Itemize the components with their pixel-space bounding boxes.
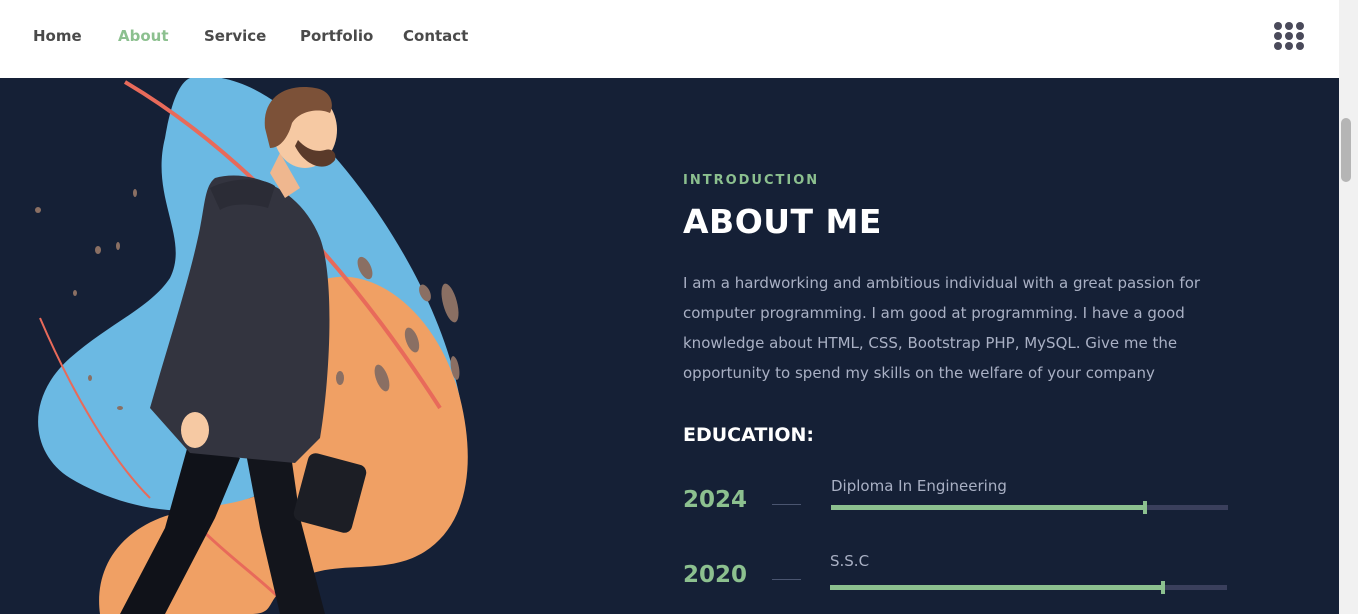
about-paragraph-line: I am a hardworking and ambitious individ…: [683, 274, 1201, 292]
education-name: Diploma In Engineering: [831, 477, 1007, 495]
education-progress-bar: [830, 581, 1227, 594]
nav-link-about[interactable]: About: [118, 27, 169, 45]
education-progress-fill: [830, 585, 1164, 590]
nav-link-service[interactable]: Service: [204, 27, 266, 45]
education-name: S.S.C: [830, 552, 870, 570]
about-paragraph-line: computer programming. I am good at progr…: [683, 304, 1185, 322]
grid-menu-icon[interactable]: [1274, 22, 1304, 50]
top-navbar: Home About Service Portfolio Contact: [0, 0, 1339, 78]
education-item: 2024 Diploma In Engineering: [683, 477, 1228, 527]
about-paragraph-line: opportunity to spend my skills on the we…: [683, 364, 1155, 382]
about-paragraph-line: knowledge about HTML, CSS, Bootstrap PHP…: [683, 334, 1178, 352]
education-progress-bar: [831, 501, 1228, 514]
education-year: 2020: [683, 562, 748, 588]
education-year: 2024: [683, 487, 748, 513]
education-progress-handle: [1142, 501, 1147, 514]
education-item: 2020 S.S.C: [683, 552, 1228, 602]
education-progress-fill: [831, 505, 1145, 510]
education-divider: [772, 579, 801, 580]
scrollbar-thumb[interactable]: [1341, 118, 1351, 182]
nav-link-contact[interactable]: Contact: [403, 27, 468, 45]
education-progress-handle: [1161, 581, 1166, 594]
intro-label: INTRODUCTION: [683, 173, 820, 188]
walking-man-illustration: [35, 78, 468, 614]
nav-link-home[interactable]: Home: [33, 27, 82, 45]
about-title: ABOUT ME: [683, 202, 882, 241]
about-paragraph: I am a hardworking and ambitious individ…: [683, 268, 1228, 388]
nav-link-portfolio[interactable]: Portfolio: [300, 27, 373, 45]
education-divider: [772, 504, 801, 505]
page-scrollbar[interactable]: [1339, 0, 1358, 614]
education-title: EDUCATION:: [683, 424, 815, 446]
